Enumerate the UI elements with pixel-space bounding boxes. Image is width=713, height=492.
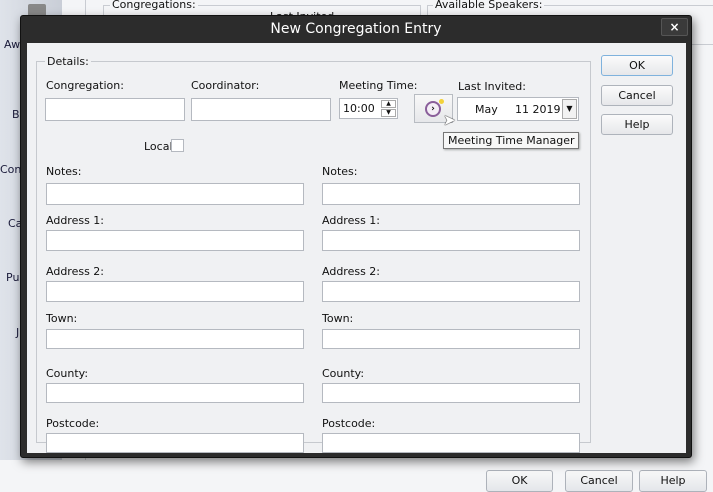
notes-input[interactable]: [46, 183, 304, 205]
congregation-input[interactable]: [45, 98, 185, 121]
notes-label-2: Notes:: [322, 165, 358, 178]
meeting-time-value: 10:00: [343, 102, 375, 115]
details-label: Details:: [45, 55, 91, 68]
sidebar-item[interactable]: Pu: [6, 271, 19, 284]
close-button[interactable]: ×: [661, 18, 688, 36]
county-input-2[interactable]: [322, 383, 580, 403]
coordinator-input[interactable]: [191, 98, 331, 121]
address1-label: Address 1:: [46, 214, 105, 227]
postcode-input-2[interactable]: [322, 433, 580, 453]
notes-input-2[interactable]: [322, 183, 580, 205]
address1-label-2: Address 1:: [322, 214, 381, 227]
tooltip: Meeting Time Manager: [443, 132, 580, 149]
available-speakers-label: Available Speakers:: [433, 0, 545, 11]
address1-input-2[interactable]: [322, 230, 580, 251]
meeting-time-input[interactable]: 10:00 ▲ ▼: [339, 98, 398, 119]
notes-label: Notes:: [46, 165, 82, 178]
cancel-button[interactable]: Cancel: [601, 85, 673, 106]
clock-icon: ›: [425, 101, 441, 117]
county-label-2: County:: [322, 367, 365, 380]
postcode-label: Postcode:: [46, 417, 100, 430]
congregation-label: Congregation:: [46, 79, 124, 92]
postcode-label-2: Postcode:: [322, 417, 376, 430]
postcode-input[interactable]: [46, 433, 304, 453]
address2-input[interactable]: [46, 281, 304, 302]
sidebar-item[interactable]: Aw: [4, 38, 20, 51]
new-congregation-dialog: New Congregation Entry × Details: Congre…: [20, 15, 692, 458]
dialog-client: Details: Congregation: Coordinator: Meet…: [27, 43, 686, 453]
town-label-2: Town:: [322, 312, 354, 325]
sidebar-item[interactable]: Con: [0, 163, 21, 176]
town-input-2[interactable]: [322, 329, 580, 349]
sidebar-item[interactable]: B: [12, 108, 20, 121]
mouse-cursor-icon: ➤: [443, 111, 456, 129]
spin-down-icon[interactable]: ▼: [381, 109, 396, 117]
bg-help-button[interactable]: Help: [639, 470, 707, 492]
bg-ok-button[interactable]: OK: [486, 470, 553, 492]
local-label: Local: [144, 140, 173, 153]
local-checkbox[interactable]: [171, 139, 184, 152]
county-label: County:: [46, 367, 89, 380]
town-label: Town:: [46, 312, 78, 325]
address2-label-2: Address 2:: [322, 265, 381, 278]
county-input[interactable]: [46, 383, 304, 403]
last-invited-label: Last Invited:: [458, 80, 526, 93]
ok-button[interactable]: OK: [601, 55, 673, 76]
coordinator-label: Coordinator:: [191, 79, 260, 92]
dialog-title: New Congregation Entry: [270, 21, 442, 37]
address1-input[interactable]: [46, 230, 304, 251]
congregations-label: Congregations:: [110, 0, 198, 11]
sidebar-item[interactable]: J: [16, 326, 19, 339]
address2-label: Address 2:: [46, 265, 105, 278]
meeting-time-label: Meeting Time:: [339, 79, 418, 92]
town-input[interactable]: [46, 329, 304, 349]
spin-up-icon[interactable]: ▲: [381, 100, 396, 108]
date-day-year: 11 2019: [515, 103, 561, 116]
last-invited-datepicker[interactable]: May 11 2019 ▼: [457, 97, 579, 121]
star-icon: [439, 99, 444, 104]
date-month: May: [475, 103, 498, 116]
chevron-down-icon[interactable]: ▼: [562, 99, 577, 119]
bg-cancel-button[interactable]: Cancel: [565, 470, 633, 492]
help-button[interactable]: Help: [601, 114, 673, 135]
address2-input-2[interactable]: [322, 281, 580, 302]
